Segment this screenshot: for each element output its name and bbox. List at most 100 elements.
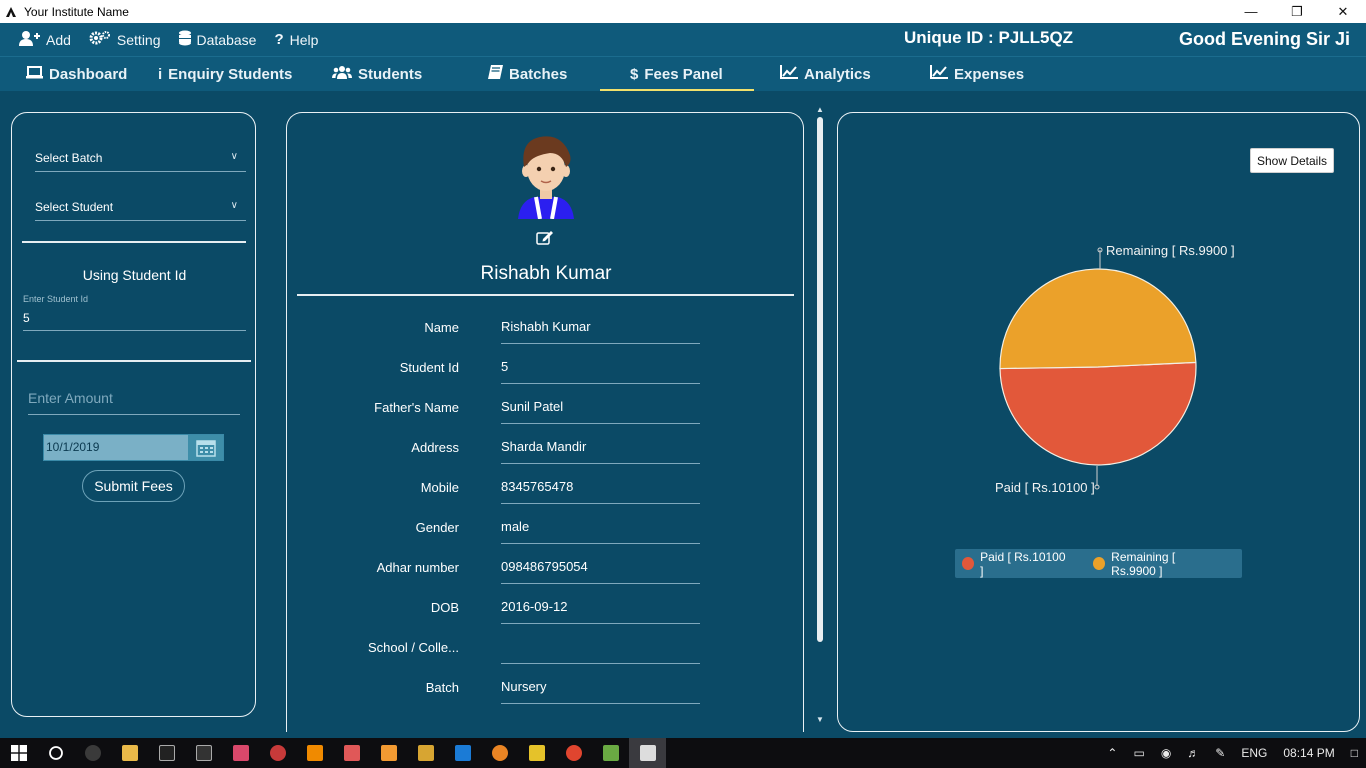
detail-underline (501, 503, 700, 504)
eraser-app-icon[interactable] (333, 738, 370, 768)
tab-dashboard[interactable]: Dashboard (26, 57, 127, 91)
paid-data-label: Paid [ Rs.10100 ] (995, 480, 1095, 495)
detail-value[interactable]: Nursery (501, 679, 547, 694)
line-chart-icon (780, 65, 798, 83)
tab-expenses[interactable]: Expenses (930, 57, 1024, 91)
file-explorer-icon[interactable] (111, 738, 148, 768)
date-value: 10/1/2019 (46, 440, 100, 454)
show-details-button[interactable]: Show Details (1250, 148, 1334, 173)
add-user-icon (18, 30, 40, 50)
chevron-up-icon[interactable]: ⌃ (1107, 746, 1117, 760)
detail-value[interactable]: 5 (501, 359, 508, 374)
maximize-button[interactable]: ❐ (1274, 0, 1320, 23)
edit-icon[interactable] (536, 230, 554, 248)
detail-underline (501, 703, 700, 704)
student-id-input[interactable]: 5 (23, 311, 30, 325)
notification-icon[interactable]: □ (1351, 746, 1358, 760)
detail-label: Mobile (420, 480, 459, 495)
divider (22, 241, 246, 243)
snipping-tool-icon[interactable] (259, 738, 296, 768)
command-prompt-icon[interactable] (148, 738, 185, 768)
battery-icon[interactable]: ▭ (1133, 746, 1144, 760)
detail-label: Batch (425, 680, 459, 695)
search-icon[interactable] (37, 738, 74, 768)
sublime-text-icon[interactable] (370, 738, 407, 768)
android-studio-icon[interactable] (592, 738, 629, 768)
maps-icon[interactable] (74, 738, 111, 768)
pen-icon[interactable]: ✎ (1215, 746, 1225, 760)
legend-dot-remaining (1093, 557, 1106, 570)
java-app-icon[interactable] (629, 738, 666, 768)
chevron-down-icon: ∨ (230, 151, 238, 162)
menu-help[interactable]: ? Help (274, 31, 318, 48)
vlc-icon[interactable] (296, 738, 333, 768)
student-id-field-label: Enter Student Id (23, 294, 89, 304)
detail-value[interactable]: 2016-09-12 (501, 599, 568, 614)
users-icon (332, 65, 352, 83)
pie-slice-paid[interactable] (999, 361, 1197, 466)
menu-setting[interactable]: Setting (89, 30, 161, 50)
amount-input[interactable]: Enter Amount (28, 390, 113, 406)
scroll-up-icon[interactable]: ▲ (814, 105, 826, 114)
tab-students[interactable]: Students (332, 57, 422, 91)
detail-label: Gender (415, 520, 459, 535)
select-batch-dropdown[interactable]: Select Batch ∨ (35, 145, 246, 172)
question-icon: ? (274, 31, 284, 48)
student-avatar (518, 136, 574, 219)
windows-start-icon[interactable] (0, 738, 37, 768)
tab-fees-panel-label: Fees Panel (644, 65, 723, 83)
calendar-icon[interactable] (188, 435, 223, 460)
select-student-dropdown[interactable]: Select Student ∨ (35, 194, 246, 221)
menu-database[interactable]: Database (178, 30, 256, 50)
divider (17, 360, 251, 362)
tab-enquiry-students-label: Enquiry Students (168, 65, 293, 83)
close-button[interactable]: ✕ (1320, 0, 1366, 23)
menu-bar: Add Setting Database ? Help Unique ID : … (0, 23, 1366, 56)
python-icon[interactable] (518, 738, 555, 768)
volume-icon[interactable]: ♬ (1187, 746, 1199, 760)
menu-setting-label: Setting (116, 31, 161, 48)
detail-underline (501, 423, 700, 424)
minimize-button[interactable]: — (1228, 0, 1274, 23)
legend-item-remaining[interactable]: Remaining [ Rs.9900 ] (1093, 550, 1222, 578)
tab-enquiry-students[interactable]: i Enquiry Students (158, 57, 292, 91)
language-indicator[interactable]: ENG (1241, 746, 1267, 760)
laptop-icon (26, 65, 43, 83)
unique-id: Unique ID : PJLL5QZ (904, 28, 1074, 47)
settings-app-icon[interactable] (481, 738, 518, 768)
tab-expenses-label: Expenses (954, 65, 1025, 83)
using-student-id-heading: Using Student Id (82, 267, 187, 283)
detail-value[interactable]: Rishabh Kumar (501, 319, 591, 334)
detail-value[interactable]: 8345765478 (501, 479, 573, 494)
detail-value[interactable]: 098486795054 (501, 559, 588, 574)
detail-value[interactable]: Sharda Mandir (501, 439, 586, 454)
greeting-text: Good Evening Sir Ji (1178, 29, 1350, 49)
mail-icon[interactable] (407, 738, 444, 768)
detail-value[interactable]: Sunil Patel (501, 399, 563, 414)
clock[interactable]: 08:14 PM (1283, 746, 1334, 760)
tab-batches[interactable]: Batches (488, 57, 567, 91)
intellij-icon[interactable] (444, 738, 481, 768)
detail-underline (501, 623, 700, 624)
tab-analytics[interactable]: Analytics (780, 57, 871, 91)
details-scrollbar[interactable]: ▲ ▼ (814, 105, 826, 727)
detail-underline (501, 543, 700, 544)
scroll-down-icon[interactable]: ▼ (814, 715, 826, 724)
chart-legend: Paid [ Rs.10100 ] Remaining [ Rs.9900 ] (955, 549, 1242, 578)
pie-slice-remaining[interactable] (999, 268, 1197, 370)
date-picker[interactable]: 10/1/2019 (43, 434, 224, 461)
area-chart-icon (930, 65, 948, 83)
terminal-icon[interactable] (185, 738, 222, 768)
student-name-heading: Rishabh Kumar (480, 263, 612, 284)
tab-fees-panel[interactable]: $ Fees Panel (600, 57, 754, 91)
detail-underline (501, 383, 700, 384)
chrome-icon[interactable] (555, 738, 592, 768)
chevron-down-icon: ∨ (230, 200, 238, 211)
menu-add[interactable]: Add (18, 30, 71, 50)
paint-icon[interactable] (222, 738, 259, 768)
wifi-icon[interactable]: ◉ (1161, 746, 1171, 760)
submit-fees-button[interactable]: Submit Fees (82, 470, 185, 502)
scrollbar-thumb[interactable] (817, 117, 823, 642)
legend-item-paid[interactable]: Paid [ Rs.10100 ] (962, 550, 1066, 578)
detail-value[interactable]: male (501, 519, 529, 534)
